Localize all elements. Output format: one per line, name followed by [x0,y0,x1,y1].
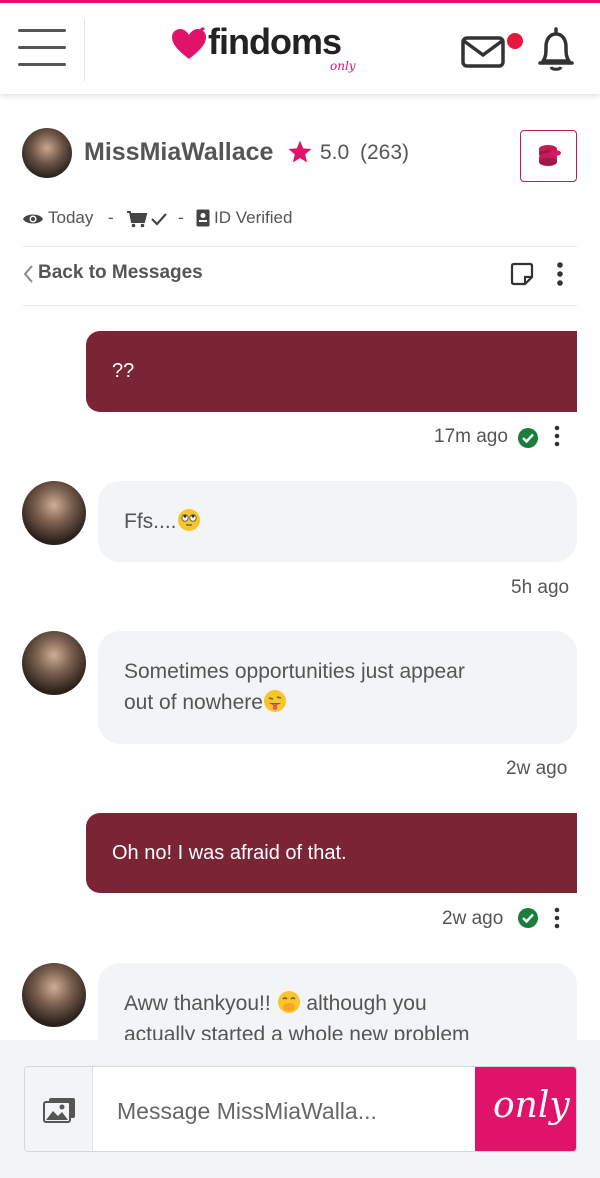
send-button[interactable]: only [475,1067,576,1151]
sender-avatar[interactable] [22,481,86,545]
hand-over-mouth-emoji-icon [277,991,300,1013]
message-text: Oh no! I was afraid of that. [112,842,347,864]
outgoing-message: ?? [86,331,577,412]
message-options-icon[interactable] [552,906,562,930]
divider [84,19,85,81]
incoming-message: Sometimes opportunities just appear out … [98,631,577,744]
logo-subtext: only [330,59,356,73]
separator: - [108,208,114,227]
message-text-line: out of nowhere [124,691,263,714]
note-icon[interactable] [510,262,534,286]
coins-icon [539,145,561,166]
sender-avatar[interactable] [22,631,86,695]
cart-icon [127,211,148,228]
attach-media-button[interactable] [25,1067,93,1151]
sender-avatar[interactable] [22,963,86,1027]
message-text-line: Aww thankyou!! [124,992,271,1015]
divider [22,246,578,247]
incoming-message: Ffs.... [98,481,577,562]
top-bar: findoms only [0,0,600,94]
message-time: 2w ago [442,908,504,929]
profile-status-row: Today - - ID Verified [22,208,582,234]
message-text-line: Sometimes opportunities just appear [124,660,465,683]
read-check-icon [518,908,538,928]
message-input[interactable] [117,1095,467,1127]
divider [22,305,578,306]
more-options-icon[interactable] [554,260,566,288]
site-logo[interactable]: findoms only [170,21,380,79]
message-composer: only [24,1066,577,1152]
rating-value: 5.0 [320,141,350,164]
username[interactable]: MissMiaWallace [84,138,273,167]
outgoing-message: Oh no! I was afraid of that. [86,813,577,893]
unread-indicator [507,33,523,49]
id-badge-icon [196,209,210,227]
avatar[interactable] [22,128,72,178]
message-text: ?? [112,360,135,382]
eye-icon [23,214,43,224]
check-icon [151,213,167,226]
message-text-line: although you [306,992,427,1015]
rating-count: (263) [360,141,410,164]
chevron-left-icon[interactable] [22,264,34,284]
message-time: 5h ago [511,577,570,598]
mail-icon[interactable] [460,31,510,71]
tongue-out-emoji-icon [263,690,286,712]
logo-text: findoms [208,21,342,62]
message-time: 2w ago [506,758,568,779]
bell-icon[interactable] [536,25,576,73]
message-options-icon[interactable] [552,424,562,448]
message-text: Ffs.... [124,510,177,533]
message-time: 17m ago [434,426,508,447]
star-icon [288,140,312,163]
separator: - [178,208,184,227]
rolling-eyes-emoji-icon [177,509,200,531]
heart-logo-icon [172,27,206,59]
menu-icon[interactable] [18,29,66,67]
conversation-toolbar: Back to Messages [22,258,578,292]
last-online: Today [48,208,94,227]
id-verified-label: ID Verified [214,208,293,227]
send-button-label: only [493,1085,570,1126]
send-tribute-button[interactable] [520,130,577,182]
back-to-messages-link[interactable]: Back to Messages [38,262,203,284]
read-check-icon [518,428,538,448]
gallery-icon [43,1098,75,1123]
